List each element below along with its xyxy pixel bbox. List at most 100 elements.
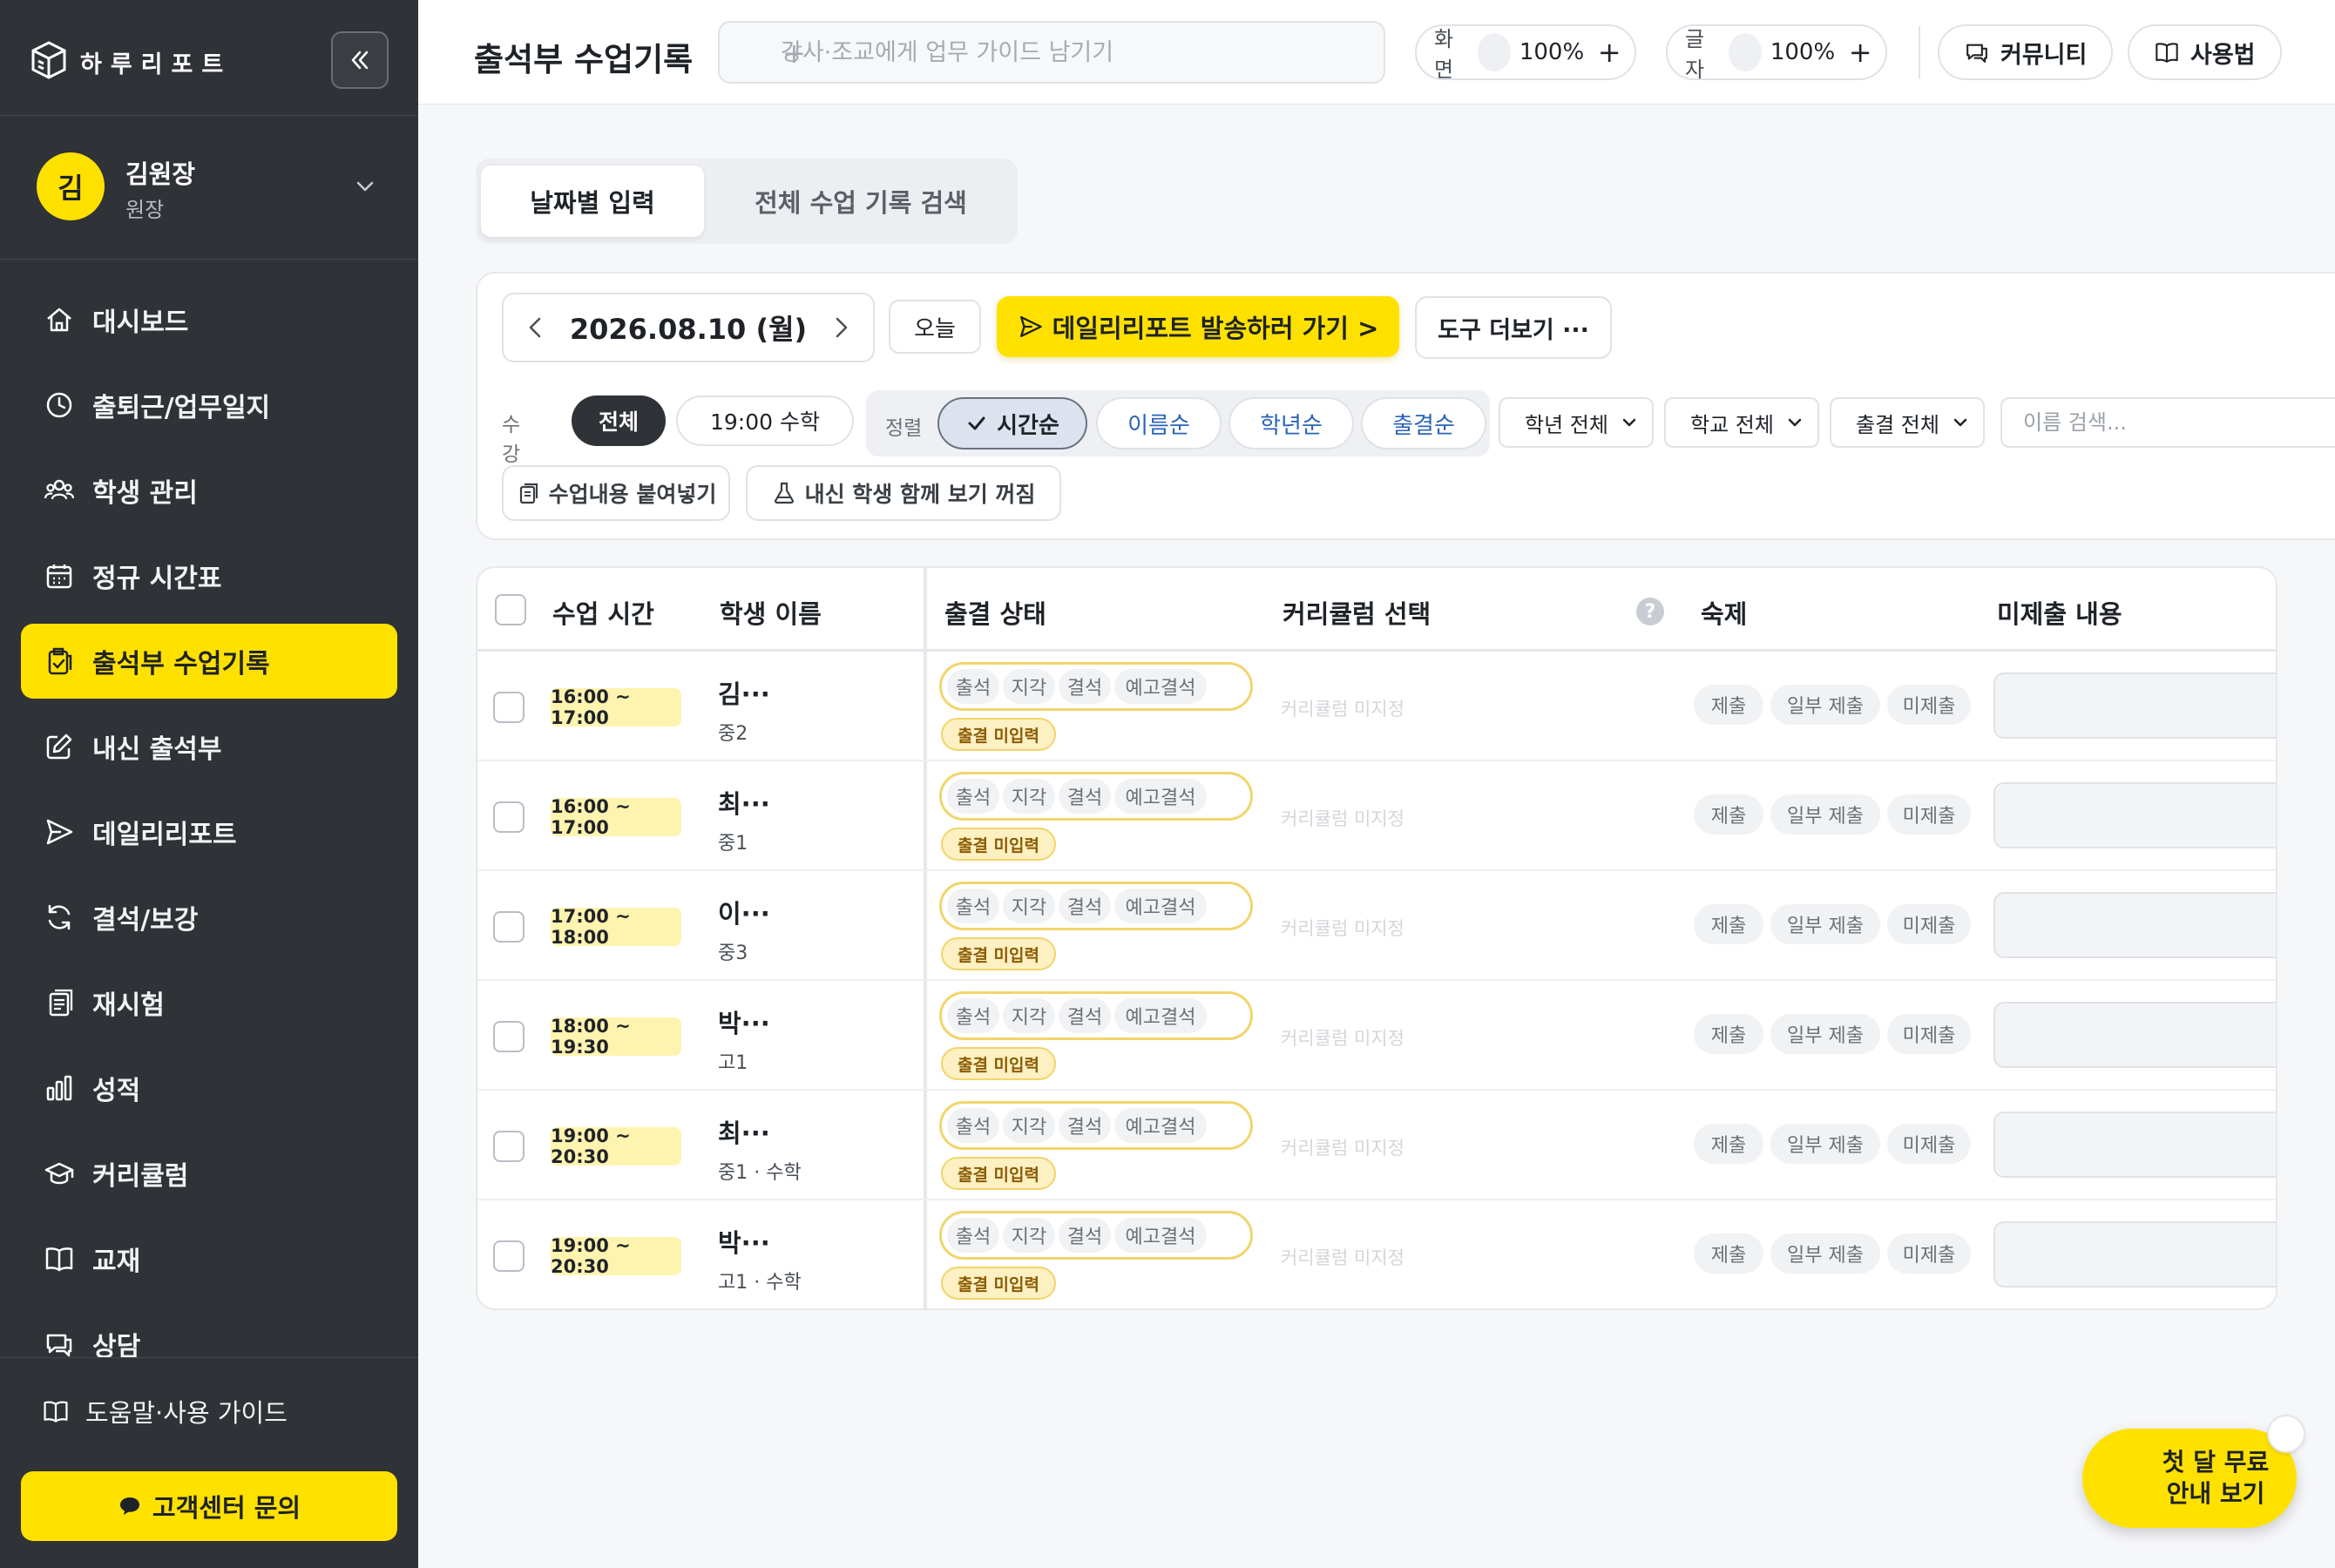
class-chip-all[interactable]: 전체 (572, 395, 666, 446)
help-guide-link[interactable]: 도움말·사용 가이드 (42, 1393, 288, 1429)
attendance-option-button[interactable]: 출석 (947, 669, 999, 704)
row-checkbox[interactable] (493, 1021, 525, 1052)
student-name[interactable]: 김··· (718, 674, 770, 711)
attendance-option-button[interactable]: 출석 (947, 1108, 999, 1143)
missing-content-input[interactable] (1995, 784, 2276, 847)
attendance-option-button[interactable]: 지각 (1003, 998, 1055, 1033)
curriculum-select[interactable]: 커리큘럼 미지정 (1281, 1024, 1404, 1051)
curriculum-select[interactable]: 커리큘럼 미지정 (1281, 805, 1404, 831)
sidebar-item-attendance-log[interactable]: 출퇴근/업무일지 (21, 368, 397, 443)
name-search-field[interactable] (2000, 397, 2335, 448)
homework-option-button[interactable]: 일부 제출 (1770, 904, 1880, 944)
daily-report-button[interactable]: 데일리리포트 발송하러 가기 > (997, 296, 1399, 357)
font-zoom-decrease-button[interactable] (1728, 33, 1762, 71)
student-name[interactable]: 박··· (718, 1223, 770, 1260)
homework-option-button[interactable]: 미제출 (1887, 1124, 1971, 1164)
homework-option-button[interactable]: 미제출 (1887, 1014, 1971, 1054)
row-checkbox[interactable] (493, 1131, 525, 1162)
sidebar-item-curriculum[interactable]: 커리큘럼 (21, 1136, 397, 1211)
grade-select[interactable]: 학년 전체 (1499, 397, 1654, 448)
attendance-option-button[interactable]: 예고결석 (1114, 998, 1207, 1033)
homework-option-button[interactable]: 일부 제출 (1770, 794, 1880, 835)
curriculum-select[interactable]: 커리큘럼 미지정 (1281, 695, 1404, 721)
more-tools-button[interactable]: 도구 더보기 ··· (1415, 296, 1612, 359)
promo-close-button[interactable] (2267, 1415, 2305, 1453)
homework-option-button[interactable]: 미제출 (1887, 685, 1971, 725)
name-search-input[interactable] (2023, 410, 2335, 435)
student-name[interactable]: 최··· (718, 1113, 770, 1150)
missing-content-input[interactable] (1995, 1113, 2276, 1176)
chevron-right-icon[interactable] (828, 314, 854, 341)
sort-by-grade[interactable]: 학년순 (1228, 397, 1354, 449)
sort-by-name[interactable]: 이름순 (1096, 397, 1222, 449)
attendance-option-button[interactable]: 지각 (1003, 1108, 1055, 1143)
school-select[interactable]: 학교 전체 (1664, 397, 1819, 448)
screen-zoom-decrease-button[interactable] (1477, 33, 1511, 71)
attendance-option-button[interactable]: 출석 (947, 779, 999, 814)
curriculum-select[interactable]: 커리큘럼 미지정 (1281, 1244, 1404, 1270)
curriculum-select[interactable]: 커리큘럼 미지정 (1281, 1134, 1404, 1160)
student-name[interactable]: 최··· (718, 784, 770, 821)
chevron-down-icon[interactable] (350, 172, 380, 201)
homework-option-button[interactable]: 제출 (1694, 1233, 1763, 1274)
missing-content-input[interactable] (1995, 1223, 2276, 1286)
attendance-option-button[interactable]: 출석 (947, 889, 999, 923)
class-chip-1900-math[interactable]: 19:00 수학 (676, 395, 854, 446)
attendance-option-button[interactable]: 예고결석 (1114, 889, 1207, 923)
homework-option-button[interactable]: 제출 (1694, 904, 1763, 944)
today-button[interactable]: 오늘 (889, 300, 981, 354)
homework-option-button[interactable]: 일부 제출 (1770, 685, 1880, 725)
missing-content-field[interactable] (1993, 1112, 2276, 1178)
sidebar-item-absence-makeup[interactable]: 결석/보강 (21, 880, 397, 955)
attendance-option-button[interactable]: 예고결석 (1114, 779, 1207, 814)
select-all-checkbox[interactable] (495, 594, 526, 625)
row-checkbox[interactable] (493, 801, 525, 833)
missing-content-field[interactable] (1993, 1221, 2276, 1288)
profile-menu[interactable]: 김 김원장 원장 (0, 116, 418, 260)
homework-option-button[interactable]: 미제출 (1887, 794, 1971, 835)
attendance-select[interactable]: 출결 전체 (1830, 397, 1985, 448)
attendance-option-button[interactable]: 출석 (947, 998, 999, 1033)
row-checkbox[interactable] (493, 692, 525, 723)
student-name[interactable]: 박··· (718, 1004, 770, 1040)
row-checkbox[interactable] (493, 911, 525, 943)
student-name[interactable]: 이··· (718, 894, 770, 930)
sort-by-attendance[interactable]: 출결순 (1361, 397, 1486, 449)
attendance-option-button[interactable]: 지각 (1003, 779, 1055, 814)
attendance-option-button[interactable]: 예고결석 (1114, 1218, 1207, 1253)
manual-button[interactable]: 사용법 (2128, 24, 2282, 80)
sidebar-item-dashboard[interactable]: 대시보드 (21, 282, 397, 357)
sort-by-time[interactable]: 시간순 (937, 397, 1087, 449)
homework-option-button[interactable]: 미제출 (1887, 1233, 1971, 1274)
attendance-option-button[interactable]: 지각 (1003, 889, 1055, 923)
customer-support-button[interactable]: 고객센터 문의 (21, 1471, 397, 1541)
sidebar-item-timetable[interactable]: 정규 시간표 (21, 538, 397, 613)
paste-class-content-button[interactable]: 수업내용 붙여넣기 (502, 465, 730, 521)
sidebar-item-retest[interactable]: 재시험 (21, 965, 397, 1040)
sidebar-item-grades[interactable]: 성적 (21, 1051, 397, 1125)
missing-content-field[interactable] (1993, 892, 2276, 958)
homework-option-button[interactable]: 일부 제출 (1770, 1014, 1880, 1054)
attendance-option-button[interactable]: 예고결석 (1114, 1108, 1207, 1143)
homework-option-button[interactable]: 제출 (1694, 794, 1763, 835)
attendance-option-button[interactable]: 출석 (947, 1218, 999, 1253)
homework-option-button[interactable]: 일부 제출 (1770, 1124, 1880, 1164)
current-date[interactable]: 2026.08.10 (월) (570, 308, 807, 348)
attendance-option-button[interactable]: 결석 (1059, 889, 1111, 923)
screen-zoom-increase-button[interactable]: + (1593, 33, 1626, 71)
homework-option-button[interactable]: 일부 제출 (1770, 1233, 1880, 1274)
tab-search-all-records[interactable]: 전체 수업 기록 검색 (728, 166, 993, 237)
collapse-sidebar-button[interactable] (331, 31, 389, 89)
free-month-promo-button[interactable]: 첫 달 무료 안내 보기 (2082, 1429, 2297, 1528)
attendance-option-button[interactable]: 결석 (1059, 1108, 1111, 1143)
tab-daily-input[interactable]: 날짜별 입력 (481, 166, 704, 237)
attendance-option-button[interactable]: 지각 (1003, 669, 1055, 704)
homework-option-button[interactable]: 제출 (1694, 1014, 1763, 1054)
missing-content-input[interactable] (1995, 1004, 2276, 1066)
curriculum-select[interactable]: 커리큘럼 미지정 (1281, 915, 1404, 941)
guide-input-field[interactable]: + (718, 21, 1385, 84)
chevron-left-icon[interactable] (523, 314, 549, 341)
sidebar-item-attendance-class-record[interactable]: 출석부 수업기록 (21, 624, 397, 699)
missing-content-input[interactable] (1995, 674, 2276, 737)
sidebar-item-textbooks[interactable]: 교재 (21, 1221, 397, 1296)
